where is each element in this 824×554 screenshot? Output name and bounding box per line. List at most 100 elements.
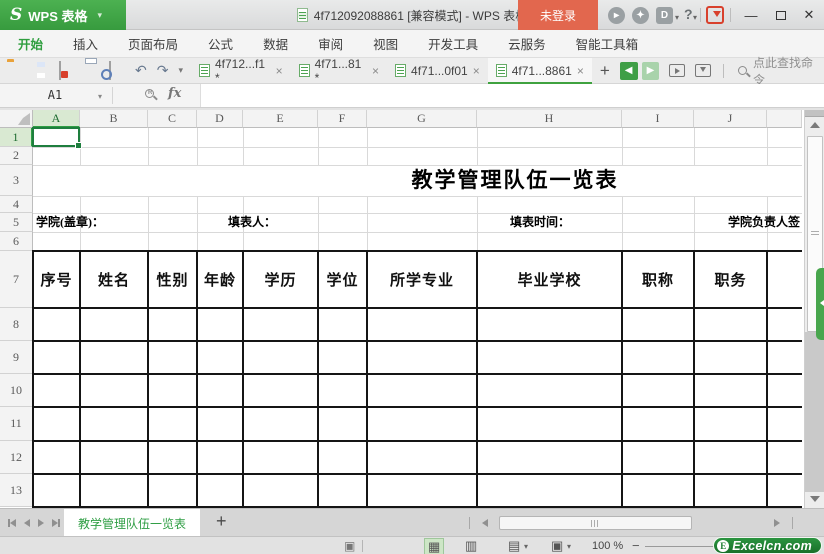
find-command-box[interactable]: 点此查找命令	[737, 54, 824, 88]
column-header-E[interactable]: E	[243, 110, 318, 128]
ribbon-tab-3[interactable]: 页面布局	[128, 34, 178, 53]
sheet-tab-active[interactable]: 教学管理队伍一览表	[64, 509, 200, 537]
chevron-down-icon[interactable]: ▾	[675, 13, 679, 22]
chevron-down-icon[interactable]: ▾	[567, 542, 571, 551]
row-header-6[interactable]: 6	[0, 232, 33, 251]
open-file-icon[interactable]	[7, 62, 25, 80]
file-tab-3[interactable]: 4f71...0f01 ×	[387, 58, 488, 84]
split-handle[interactable]	[805, 110, 824, 117]
close-tab-icon[interactable]: ×	[276, 64, 283, 78]
selected-cell-a1[interactable]	[32, 127, 82, 149]
zoom-slider[interactable]	[645, 546, 720, 547]
chevron-down-icon[interactable]: ▾	[693, 13, 697, 22]
insert-function-icon[interactable]: fx	[168, 86, 181, 101]
scroll-left-arrow[interactable]	[482, 519, 488, 527]
page-break-view-icon[interactable]: ▥	[462, 538, 480, 553]
undo-icon[interactable]: ↶	[135, 62, 147, 79]
close-tab-icon[interactable]: ×	[577, 64, 584, 78]
column-header-I[interactable]: I	[622, 110, 694, 128]
normal-view-icon[interactable]: ▦	[424, 538, 445, 554]
scroll-track[interactable]	[805, 332, 824, 492]
table-header-7[interactable]: 所学专业	[367, 251, 477, 308]
ribbon-tab-5[interactable]: 数据	[263, 34, 288, 53]
ribbon-tab-6[interactable]: 审阅	[318, 34, 343, 53]
ribbon-tab-7[interactable]: 视图	[373, 34, 398, 53]
column-header-B[interactable]: B	[80, 110, 148, 128]
previous-sheet-button[interactable]	[24, 519, 30, 527]
file-tab-2[interactable]: 4f71...81 * ×	[291, 57, 387, 85]
file-tab-4[interactable]: 4f71...8861 ×	[487, 57, 592, 84]
table-header-8[interactable]: 毕业学校	[477, 251, 622, 308]
select-all-corner[interactable]	[0, 110, 33, 128]
table-header-1[interactable]: 序号	[33, 251, 80, 308]
column-header-A[interactable]: A	[33, 110, 80, 128]
row-header-10[interactable]: 10	[0, 374, 33, 407]
skin-settings-icon[interactable]: ✦	[632, 7, 649, 24]
row-header-11[interactable]: 11	[0, 407, 33, 441]
search-function-icon[interactable]: R	[145, 89, 154, 98]
login-button[interactable]: 未登录	[518, 0, 598, 30]
column-header-C[interactable]: C	[148, 110, 197, 128]
sheet-grid[interactable]: A B C D E F G H I J 1 2 3 4 5 6 7 8 9 10 11 12 13 序号 姓名 性别 年龄 学历 学位所…	[0, 110, 804, 508]
row-header-12[interactable]: 12	[0, 441, 33, 474]
row-header-13[interactable]: 13	[0, 474, 33, 507]
formula-input[interactable]	[200, 84, 824, 107]
scroll-down-arrow[interactable]	[810, 496, 820, 502]
column-header-D[interactable]: D	[197, 110, 243, 128]
close-tab-icon[interactable]: ×	[473, 64, 480, 78]
ribbon-tab-1[interactable]: 开始	[18, 34, 43, 53]
table-header-3[interactable]: 性别	[148, 251, 197, 308]
add-sheet-button[interactable]: +	[216, 511, 227, 532]
ribbon-tab-10[interactable]: 智能工具箱	[576, 34, 639, 53]
close-button[interactable]: ✕	[794, 0, 824, 30]
docer-icon[interactable]: D	[656, 7, 673, 24]
table-header-6[interactable]: 学位	[318, 251, 367, 308]
ribbon-tab-9[interactable]: 云服务	[508, 34, 546, 53]
column-header-G[interactable]: G	[367, 110, 477, 128]
save-workspace-icon[interactable]	[695, 64, 711, 77]
row-header-2[interactable]: 2	[0, 147, 33, 165]
table-header-5[interactable]: 学历	[243, 251, 318, 308]
new-document-tab-button[interactable]: +	[600, 61, 610, 81]
page-layout-view-icon[interactable]: ▤	[505, 538, 523, 553]
horizontal-scroll-thumb[interactable]	[499, 516, 692, 530]
tab-forward-button[interactable]: ▶	[641, 61, 660, 80]
save-icon[interactable]	[32, 62, 50, 80]
row-header-1[interactable]: 1	[0, 128, 33, 147]
file-tab-1[interactable]: 4f712...f1 * ×	[191, 57, 291, 85]
wps-logo-menu[interactable]: S WPS 表格 ▾	[0, 0, 126, 30]
table-header-9[interactable]: 职称	[622, 251, 694, 308]
redo-icon[interactable]: ↷	[157, 62, 169, 79]
reader-view-icon[interactable]: ▣	[548, 538, 566, 553]
side-panel-toggle[interactable]	[816, 268, 824, 340]
scroll-up-arrow[interactable]	[810, 122, 820, 128]
scroll-right-arrow[interactable]	[774, 519, 780, 527]
column-header-partial[interactable]	[767, 110, 802, 128]
close-tab-icon[interactable]: ×	[372, 64, 379, 78]
table-header-4[interactable]: 年龄	[197, 251, 243, 308]
tab-back-button[interactable]: ◀	[619, 61, 638, 80]
table-header-10[interactable]: 职务	[694, 251, 767, 308]
column-header-H[interactable]: H	[477, 110, 622, 128]
chevron-down-icon[interactable]: ▾	[524, 542, 528, 551]
table-header-2[interactable]: 姓名	[80, 251, 148, 308]
help-icon[interactable]: ?	[684, 6, 693, 22]
session-share-icon[interactable]	[669, 64, 686, 77]
print-icon[interactable]	[82, 62, 100, 80]
row-header-8[interactable]: 8	[0, 308, 33, 341]
customize-toolbar-caret-icon[interactable]: ▾	[178, 65, 183, 76]
export-pdf-icon[interactable]	[57, 60, 75, 80]
last-sheet-button[interactable]	[52, 519, 60, 527]
row-header-3[interactable]: 3	[0, 165, 33, 196]
macro-record-icon[interactable]: ▣	[344, 539, 355, 553]
ribbon-tab-4[interactable]: 公式	[208, 34, 233, 53]
row-header-5[interactable]: 5	[0, 213, 33, 232]
zoom-out-button[interactable]: −	[632, 538, 640, 553]
feedback-icon[interactable]: ▸	[608, 7, 625, 24]
chevron-down-icon[interactable]: ▾	[98, 92, 102, 101]
print-preview-icon[interactable]	[107, 60, 125, 80]
minimize-button[interactable]: —	[736, 0, 766, 30]
maximize-button[interactable]	[766, 0, 796, 30]
column-header-F[interactable]: F	[318, 110, 367, 128]
row-header-7[interactable]: 7	[0, 251, 33, 308]
